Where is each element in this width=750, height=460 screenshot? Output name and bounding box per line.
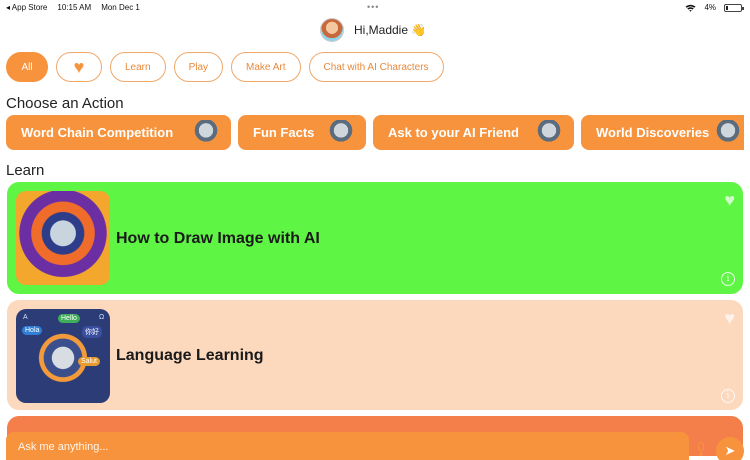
action-card-label: Word Chain Competition <box>21 125 174 140</box>
status-date: Mon Dec 1 <box>101 3 140 12</box>
favorite-heart-icon[interactable]: ♥ <box>724 308 735 329</box>
heart-icon: ♥ <box>73 57 85 77</box>
action-card-label: Fun Facts <box>253 125 315 140</box>
action-carousel[interactable]: Word Chain Competition Fun Facts Ask to … <box>6 115 744 151</box>
greeting-text: Hi,Maddie 👋 <box>354 23 427 37</box>
section-title-learn: Learn <box>6 162 45 179</box>
send-arrow-icon: ➤ <box>724 443 736 458</box>
chat-input-bar <box>6 432 689 460</box>
filter-chips: All ♥ Learn Play Make Art Chat with AI C… <box>6 52 444 82</box>
back-to-app-store-link[interactable]: ◂ App Store <box>6 3 47 12</box>
action-card-word-chain[interactable]: Word Chain Competition <box>6 115 231 150</box>
action-card-label: World Discoveries <box>596 125 710 140</box>
learn-card-title: How to Draw Image with AI <box>116 230 320 247</box>
info-icon[interactable]: i <box>721 272 735 286</box>
app-screen: ◂ App Store 10:15 AM Mon Dec 1 ••• 4% Hi… <box>0 0 750 460</box>
filter-chip-label: Play <box>188 61 209 73</box>
robot-language-thumbnail: Hello Hola 你好 Salut A Ω <box>16 309 110 403</box>
microphone-icon[interactable] <box>696 442 706 456</box>
robot-artist-thumbnail <box>16 191 110 285</box>
learn-card-title: Language Learning <box>116 347 264 364</box>
section-title-actions: Choose an Action <box>6 95 124 112</box>
filter-chip-make-art[interactable]: Make Art <box>231 52 301 82</box>
battery-icon <box>724 3 744 12</box>
filter-chip-chat-ai-characters[interactable]: Chat with AI Characters <box>308 52 444 82</box>
info-icon[interactable]: i <box>721 389 735 403</box>
robot-icon <box>536 120 562 146</box>
filter-chip-learn[interactable]: Learn <box>110 52 166 82</box>
action-card-world-discoveries[interactable]: World Discoveries <box>581 115 744 150</box>
action-card-label: Ask to your AI Friend <box>388 125 519 140</box>
letter-glyph: A <box>23 314 28 321</box>
word-bubble: Salut <box>78 357 100 366</box>
battery-percent: 4% <box>704 3 716 12</box>
robot-icon <box>328 120 354 146</box>
robot-icon <box>715 120 741 146</box>
action-card-ask-ai-friend[interactable]: Ask to your AI Friend <box>373 115 574 150</box>
filter-chip-label: All <box>21 61 33 73</box>
send-button[interactable]: ➤ <box>716 437 744 460</box>
filter-chip-all[interactable]: All <box>6 52 48 82</box>
ask-input[interactable] <box>18 438 658 456</box>
robot-icon <box>193 120 219 146</box>
filter-chip-label: Learn <box>125 61 151 73</box>
word-bubble: Hello <box>58 314 80 323</box>
avatar[interactable] <box>320 18 344 42</box>
wifi-icon <box>685 4 696 12</box>
filter-chip-label: Make Art <box>246 61 286 73</box>
filter-chip-play[interactable]: Play <box>173 52 224 82</box>
word-bubble: 你好 <box>82 326 102 338</box>
learn-card-draw-with-ai[interactable]: How to Draw Image with AI ♥ i <box>7 182 743 294</box>
favorite-heart-icon[interactable]: ♥ <box>724 190 735 211</box>
learn-card-language-learning[interactable]: Hello Hola 你好 Salut A Ω Language Learnin… <box>7 300 743 410</box>
action-card-fun-facts[interactable]: Fun Facts <box>238 115 366 150</box>
filter-chip-favorites[interactable]: ♥ <box>56 52 102 82</box>
status-bar: ◂ App Store 10:15 AM Mon Dec 1 ••• 4% <box>0 0 750 16</box>
status-time: 10:15 AM <box>57 3 92 12</box>
word-bubble: Hola <box>22 326 43 335</box>
multitask-dots-icon[interactable]: ••• <box>367 2 379 12</box>
letter-glyph: Ω <box>99 314 105 321</box>
filter-chip-label: Chat with AI Characters <box>323 61 429 73</box>
greeting-header: Hi,Maddie 👋 <box>320 18 426 42</box>
